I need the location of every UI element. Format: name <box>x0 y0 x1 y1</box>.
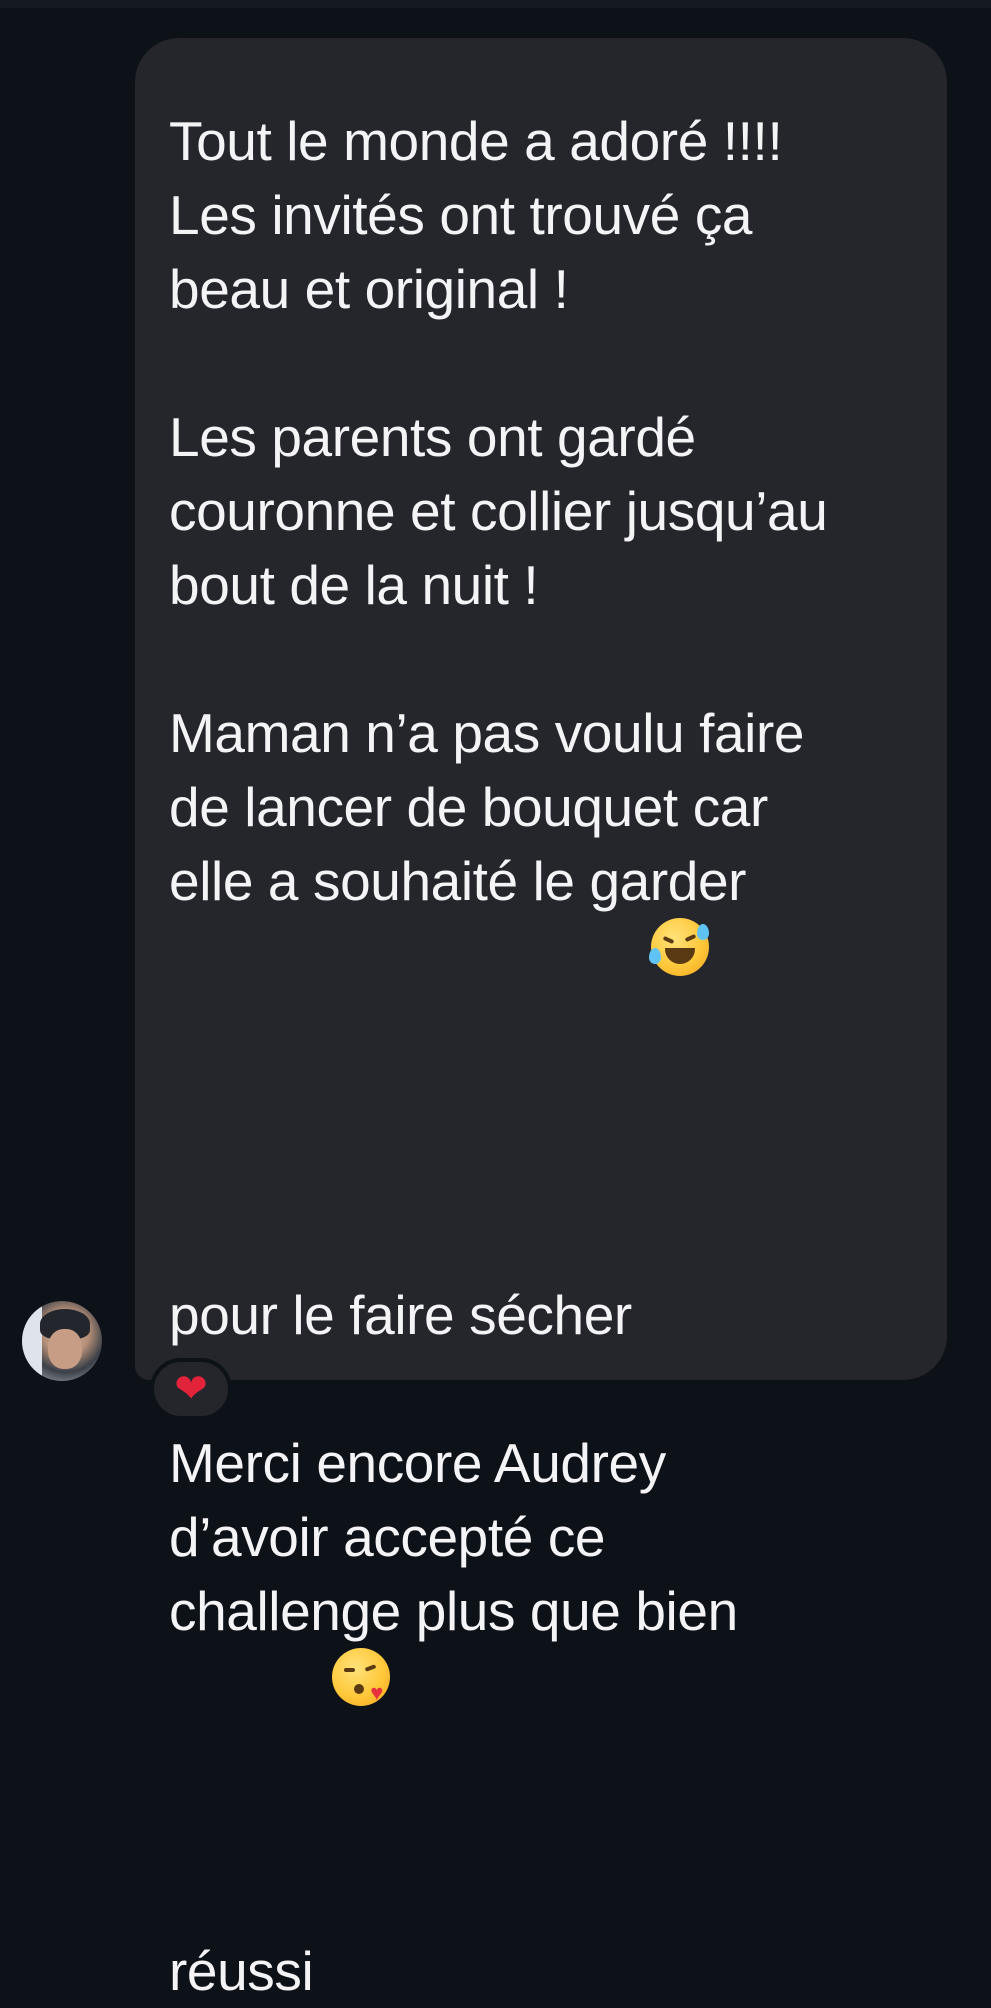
top-edge <box>0 0 991 8</box>
message-bubble[interactable]: Tout le monde a adoré !!!! Les invités o… <box>135 38 947 2002</box>
heart-icon: ❤ <box>174 1366 208 1412</box>
reaction-badge[interactable]: ❤ <box>150 1358 232 1420</box>
message-paragraph: Merci encore Audrey d’avoir accepté ce c… <box>169 1432 738 2002</box>
rolling-on-floor-laughing-icon <box>648 918 709 976</box>
face-blowing-kiss-icon: ♥ <box>332 1648 391 1706</box>
message-paragraph: Tout le monde a adoré !!!! Les invités o… <box>169 110 783 320</box>
sender-avatar[interactable] <box>22 1301 102 1381</box>
message-paragraph: Maman n’a pas voulu faire de lancer de b… <box>169 702 805 1346</box>
message-paragraph: Les parents ont gardé couronne et collie… <box>169 406 828 616</box>
